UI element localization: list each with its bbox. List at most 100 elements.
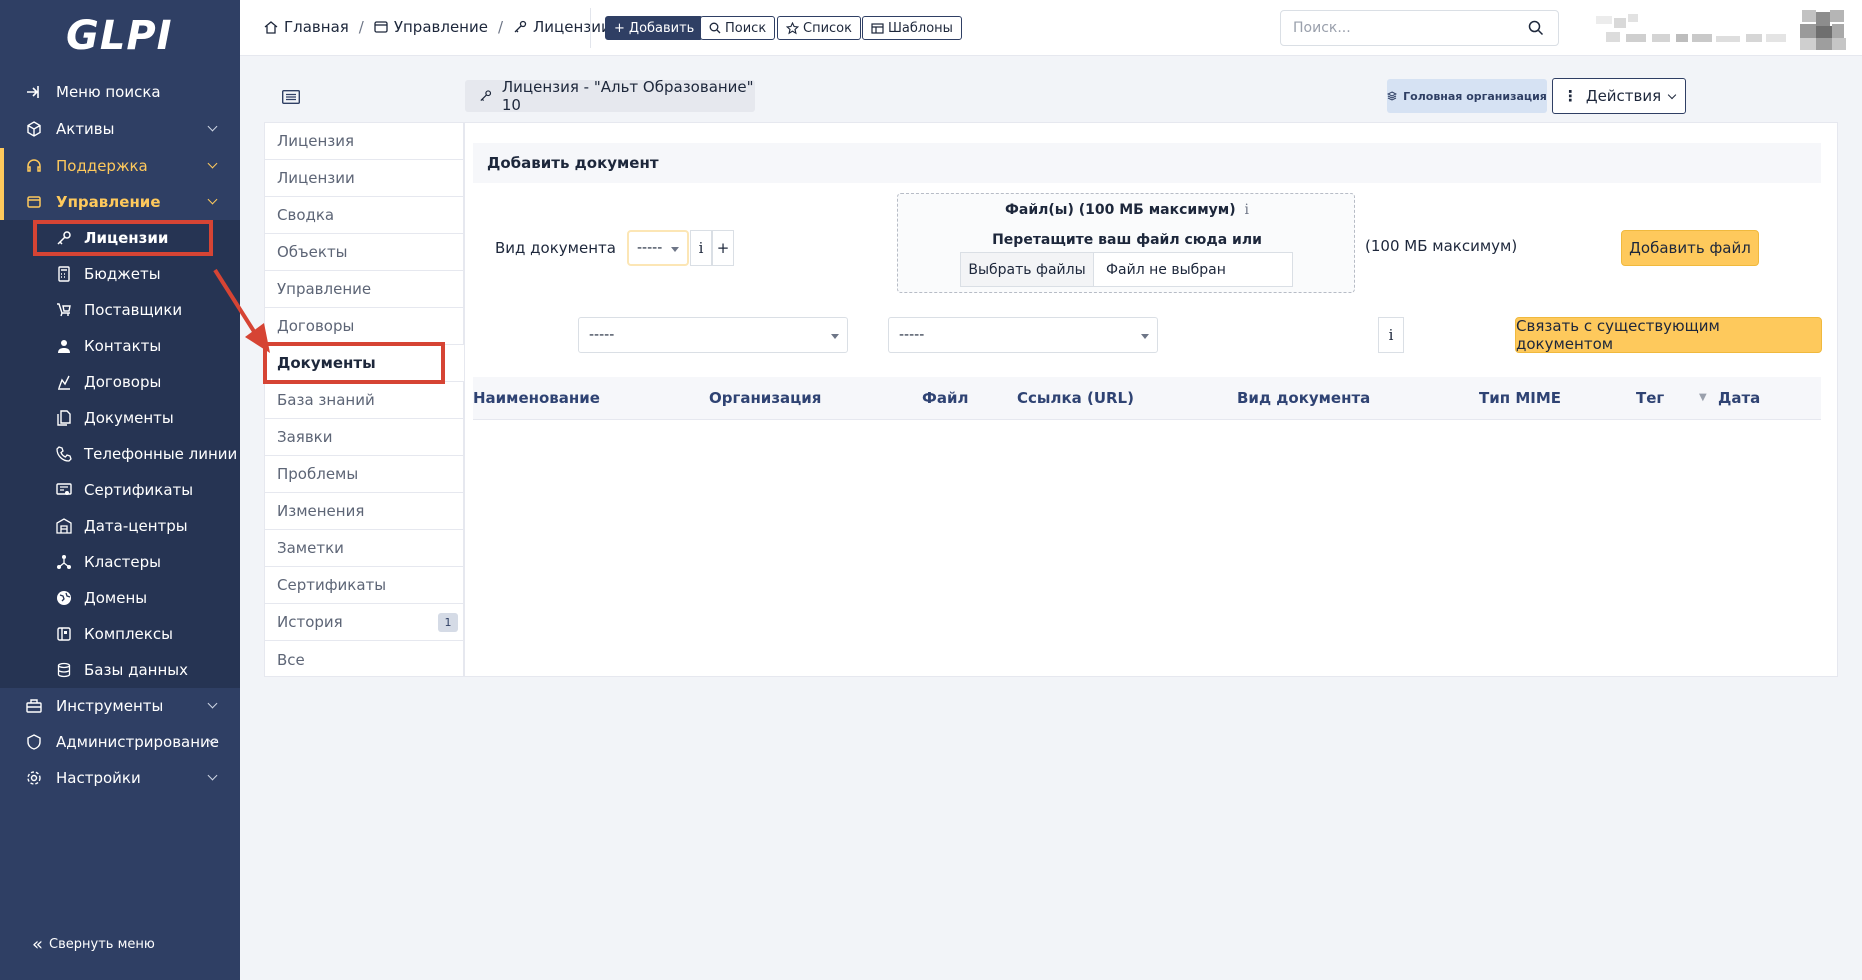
entity-select[interactable]: ----- <box>578 317 848 353</box>
entity-badge[interactable]: Головная организация <box>1387 79 1547 113</box>
submenu-item-label: Сертификаты <box>84 481 194 499</box>
search-button-label: Поиск <box>725 20 767 36</box>
document-select[interactable]: ----- <box>888 317 1158 353</box>
globe-icon <box>56 590 72 606</box>
submenu-item-clusters[interactable]: Кластеры <box>0 544 240 580</box>
submenu-item-appliances[interactable]: Комплексы <box>0 616 240 652</box>
tab-label: Заявки <box>277 428 333 446</box>
choose-files-button[interactable]: Выбрать файлы <box>961 253 1094 286</box>
submenu-item-label: Базы данных <box>84 661 188 679</box>
tab-licenses[interactable]: Лицензии <box>265 160 464 197</box>
search-button[interactable]: Поиск <box>700 16 776 40</box>
column-entity[interactable]: Организация <box>709 389 821 407</box>
sort-desc-icon: ▼ <box>1699 392 1707 403</box>
tab-contracts[interactable]: Договоры <box>265 308 464 345</box>
sidebar-item-administration[interactable]: Администрирование <box>0 724 240 760</box>
tab-license[interactable]: Лицензия <box>265 123 464 160</box>
submenu-item-phone-lines[interactable]: Телефонные линии <box>0 436 240 472</box>
info-icon: i <box>1388 326 1394 344</box>
chevron-down-icon <box>207 194 218 205</box>
add-file-button[interactable]: Добавить файл <box>1621 230 1759 266</box>
column-mime-type[interactable]: Тип MIME <box>1479 389 1561 407</box>
collapse-menu-label: Свернуть меню <box>49 937 155 952</box>
tab-label: Договоры <box>277 317 355 335</box>
documents-icon <box>56 410 72 426</box>
sidebar-item-support[interactable]: Поддержка <box>0 148 240 184</box>
submenu-item-certificates[interactable]: Сертификаты <box>0 472 240 508</box>
tab-knowledge-base[interactable]: База знаний <box>265 382 464 419</box>
key-icon <box>514 20 527 33</box>
tab-management[interactable]: Управление <box>265 271 464 308</box>
breadcrumb-management[interactable]: Управление <box>374 18 488 36</box>
breadcrumb-licenses[interactable]: Лицензии <box>513 18 611 36</box>
headset-icon <box>26 158 42 174</box>
tab-problems[interactable]: Проблемы <box>265 456 464 493</box>
dropzone-title: Файл(ы) (100 МБ максимум) i <box>898 202 1356 218</box>
info-icon[interactable]: i <box>1245 202 1249 218</box>
tab-notes[interactable]: Заметки <box>265 530 464 567</box>
submenu-item-contracts[interactable]: Договоры <box>0 364 240 400</box>
datacenter-icon <box>56 518 72 534</box>
tab-certificates[interactable]: Сертификаты <box>265 567 464 604</box>
glpi-logo[interactable]: GLPI <box>66 12 176 60</box>
templates-button[interactable]: Шаблоны <box>862 16 962 40</box>
global-search-input[interactable]: Поиск... <box>1280 10 1559 46</box>
submenu-item-datacenters[interactable]: Дата-центры <box>0 508 240 544</box>
submenu-item-label: Дата-центры <box>84 517 188 535</box>
tab-label: Все <box>277 650 305 669</box>
column-name[interactable]: Наименование <box>473 389 600 407</box>
list-toggle-icon[interactable] <box>282 90 300 104</box>
tab-all[interactable]: Все <box>265 641 464 678</box>
item-title: Лицензия - "Альт Образование" 10 <box>465 78 755 114</box>
document-type-select[interactable]: ----- <box>627 230 689 266</box>
home-icon <box>264 21 278 34</box>
collapse-menu-button[interactable]: « Свернуть меню <box>32 934 155 955</box>
file-input[interactable]: Выбрать файлы Файл не выбран <box>960 252 1293 287</box>
history-count-badge: 1 <box>438 613 458 632</box>
document-type-info-button[interactable]: i <box>690 230 712 266</box>
sidebar-item-label: Администрирование <box>56 733 220 751</box>
submenu-item-databases[interactable]: Базы данных <box>0 652 240 688</box>
submenu-item-label: Комплексы <box>84 625 173 643</box>
column-date[interactable]: Дата <box>1718 389 1760 407</box>
caret-down-icon <box>1141 334 1149 339</box>
search-icon[interactable] <box>1528 20 1544 36</box>
sidebar-item-settings[interactable]: Настройки <box>0 760 240 796</box>
column-url[interactable]: Ссылка (URL) <box>1017 389 1134 407</box>
submenu-item-documents[interactable]: Документы <box>0 400 240 436</box>
column-document-type[interactable]: Вид документа <box>1237 389 1370 407</box>
tab-history[interactable]: История 1 <box>265 604 464 641</box>
breadcrumb-home[interactable]: Главная <box>264 18 349 36</box>
documents-panel: Добавить документ Вид документа ----- i … <box>464 122 1838 677</box>
submenu-item-label: Кластеры <box>84 553 162 571</box>
file-dropzone[interactable]: Файл(ы) (100 МБ максимум) i Перетащите в… <box>897 193 1355 293</box>
sidebar-item-tools[interactable]: Инструменты <box>0 688 240 724</box>
sidebar-item-assets[interactable]: Активы <box>0 111 240 147</box>
column-file[interactable]: Файл <box>922 389 969 407</box>
tab-items[interactable]: Объекты <box>265 234 464 271</box>
sidebar-item-search-menu[interactable]: Меню поиска <box>0 74 240 110</box>
breadcrumb: Главная / Управление / Лицензии <box>264 18 611 36</box>
key-icon <box>480 90 492 102</box>
add-button[interactable]: + Добавить <box>605 16 704 40</box>
tab-changes[interactable]: Изменения <box>265 493 464 530</box>
list-button[interactable]: Список <box>777 16 861 40</box>
max-size-note: (100 МБ максимум) <box>1365 237 1518 255</box>
actions-dropdown-button[interactable]: ⋮ Действия <box>1552 78 1686 114</box>
documents-table-header: Наименование Организация Файл Ссылка (UR… <box>473 377 1821 420</box>
link-info-button[interactable]: i <box>1378 317 1404 353</box>
link-existing-document-button[interactable]: Связать с существующим документом <box>1515 317 1822 353</box>
tab-tickets[interactable]: Заявки <box>265 419 464 456</box>
submenu-item-label: Телефонные линии <box>84 445 238 463</box>
admin-icon <box>26 734 42 750</box>
column-tag[interactable]: Тег <box>1636 389 1664 407</box>
add-document-type-button[interactable]: + <box>712 230 734 266</box>
sidebar-item-label: Управление <box>56 193 161 211</box>
user-profile-blurred[interactable] <box>1596 10 1846 50</box>
logo-text: GLPI <box>66 13 173 59</box>
sidebar-item-management[interactable]: Управление <box>0 184 240 220</box>
submenu-item-domains[interactable]: Домены <box>0 580 240 616</box>
tab-label: Проблемы <box>277 465 359 483</box>
tab-summary[interactable]: Сводка <box>265 197 464 234</box>
no-file-label: Файл не выбран <box>1106 261 1226 278</box>
